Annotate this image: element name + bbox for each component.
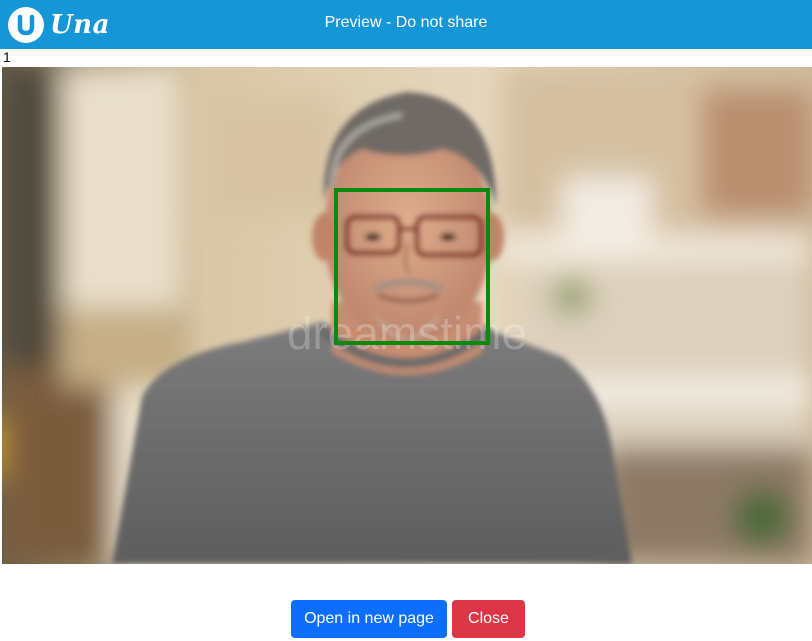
page-index: 1 [3, 49, 11, 65]
header-bar: Una Preview - Do not share [0, 0, 812, 49]
preview-photo: dreamstime [2, 67, 812, 564]
face-detection-box [334, 188, 490, 345]
page-title: Preview - Do not share [324, 14, 488, 31]
close-button[interactable]: Close [452, 600, 525, 638]
action-buttons: Open in new page Close [291, 600, 525, 638]
open-in-new-page-button[interactable]: Open in new page [291, 600, 447, 638]
